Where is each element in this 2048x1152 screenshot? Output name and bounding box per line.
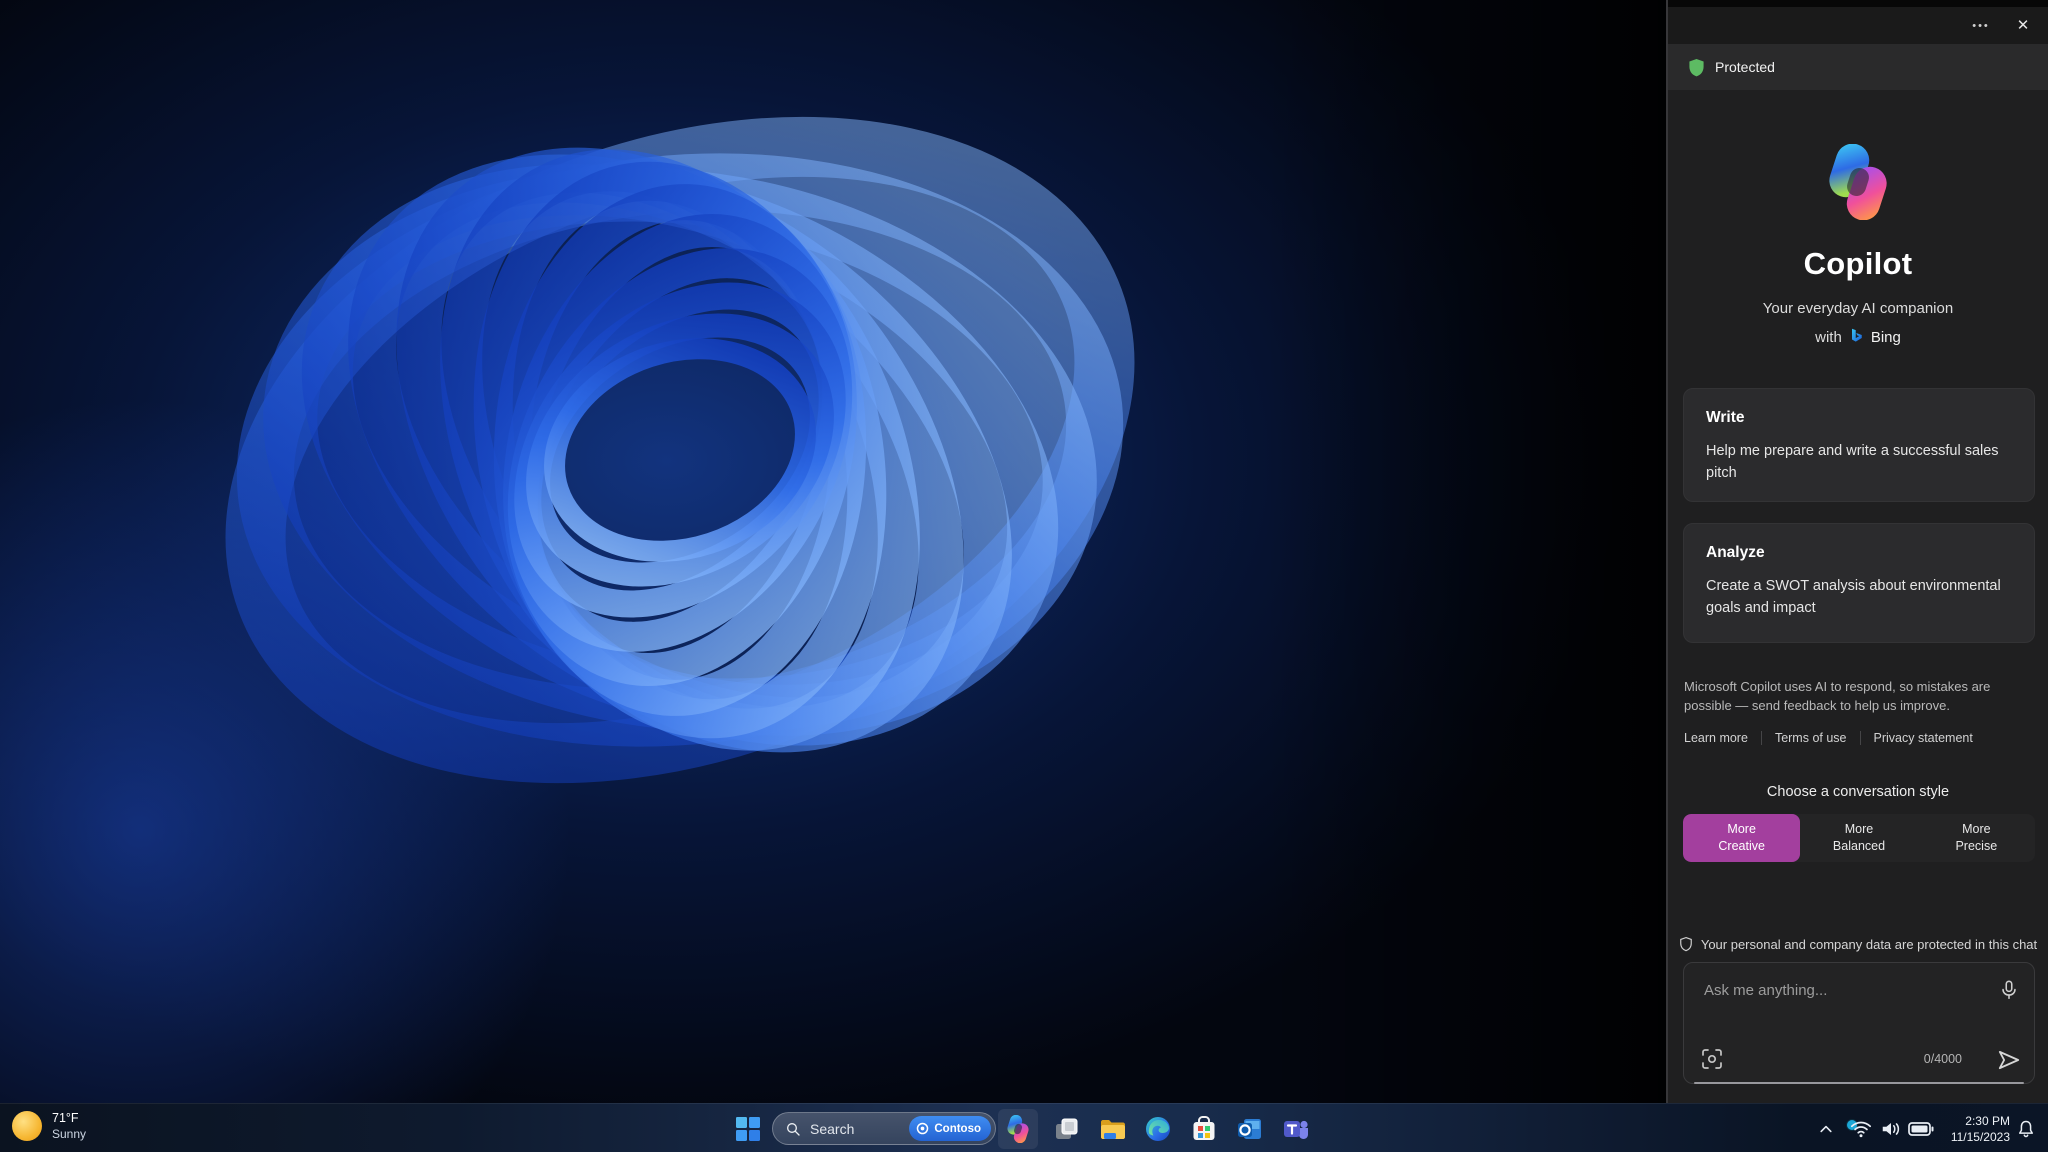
tray-date: 11/15/2023	[1950, 1130, 2010, 1145]
sun-icon	[12, 1111, 42, 1142]
shield-outline-icon	[1680, 936, 1692, 952]
volume-icon[interactable]	[1880, 1119, 1902, 1139]
link-divider	[1859, 731, 1861, 745]
copilot-subtitle: Your everyday AI companion	[1762, 300, 1954, 317]
teams-button[interactable]	[1276, 1109, 1316, 1149]
microsoft-store-button[interactable]	[1184, 1109, 1224, 1149]
wifi-icon[interactable]	[1850, 1119, 1872, 1139]
desktop-wallpaper	[0, 0, 1666, 1152]
card-title: Analyze	[1706, 544, 1765, 561]
window-top-strip	[1668, 0, 2048, 7]
tray-time: 2:30 PM	[1965, 1114, 2010, 1128]
bing-icon	[1851, 328, 1862, 342]
card-description: Create a SWOT analysis about environment…	[1706, 578, 2001, 616]
contoso-label: Contoso	[934, 1122, 981, 1135]
search-placeholder: Search	[810, 1120, 855, 1137]
char-counter: 0/4000	[1923, 1052, 1962, 1066]
weather-condition: Sunny	[52, 1126, 87, 1141]
with-bing-row: with Bing	[1668, 328, 2048, 346]
input-focus-underline	[1694, 1082, 2024, 1084]
visual-search-icon[interactable]	[1700, 1047, 1724, 1071]
learn-more-link[interactable]: Learn more	[1684, 731, 1748, 745]
task-view-icon	[1056, 1118, 1078, 1139]
ai-disclaimer-text: Microsoft Copilot uses AI to respond, so…	[1684, 679, 1991, 713]
chat-input-placeholder: Ask me anything...	[1704, 982, 1828, 999]
terms-of-use-link[interactable]: Terms of use	[1775, 731, 1847, 745]
desktop: ••• ✕ Protected Copilot Your everyday AI…	[0, 0, 2048, 1152]
copilot-title: Copilot	[1803, 246, 1913, 281]
style-option-line1: More	[1844, 822, 1874, 837]
data-protection-note: Your personal and company data are prote…	[1668, 936, 2048, 952]
with-label: with	[1815, 328, 1842, 346]
data-protection-text: Your personal and company data are prote…	[1700, 936, 2038, 952]
card-description: Help me prepare and write a successful s…	[1706, 443, 1999, 481]
copilot-titlebar: ••• ✕	[1668, 7, 2048, 44]
copilot-panel: ••• ✕ Protected Copilot Your everyday AI…	[1666, 0, 2048, 1103]
style-option-line1: More	[1962, 822, 1991, 837]
privacy-statement-link[interactable]: Privacy statement	[1874, 731, 1973, 745]
microphone-icon[interactable]	[1998, 979, 2020, 1001]
battery-icon[interactable]	[1908, 1121, 1934, 1137]
footer-links: Learn more Terms of use Privacy statemen…	[1684, 731, 1973, 745]
edge-browser-button[interactable]	[1138, 1109, 1178, 1149]
file-explorer-button[interactable]	[1092, 1109, 1132, 1149]
copilot-taskbar-icon	[1007, 1115, 1029, 1143]
outlook-button[interactable]	[1230, 1109, 1270, 1149]
taskbar-search[interactable]: Search Contoso	[772, 1112, 996, 1145]
taskbar-copilot-button[interactable]	[998, 1109, 1038, 1149]
notification-bell-icon[interactable]	[2016, 1119, 2036, 1139]
more-options-icon[interactable]: •••	[1966, 15, 1996, 37]
conversation-style-heading: Choose a conversation style	[1766, 784, 1950, 800]
send-icon[interactable]	[1996, 1047, 2022, 1073]
suggestion-card-analyze[interactable]: Analyze Create a SWOT analysis about env…	[1683, 523, 2035, 643]
contoso-badge[interactable]: Contoso	[909, 1116, 991, 1141]
weather-temperature: 71°F	[52, 1111, 79, 1125]
edge-icon	[1146, 1117, 1170, 1141]
style-option-line2: Balanced	[1832, 839, 1886, 853]
outlook-icon	[1238, 1119, 1261, 1139]
search-icon	[787, 1122, 800, 1136]
style-option-line2: Creative	[1718, 839, 1765, 853]
hidden-icons-chevron-icon[interactable]	[1818, 1121, 1834, 1137]
protected-label: Protected	[1715, 59, 1775, 75]
microsoft-store-icon	[1193, 1116, 1215, 1140]
link-divider	[1760, 731, 1762, 745]
suggestion-card-write[interactable]: Write Help me prepare and write a succes…	[1683, 388, 2035, 502]
weather-widget[interactable]: 71°F Sunny	[12, 1111, 86, 1142]
card-title: Write	[1706, 409, 1745, 426]
start-button[interactable]	[728, 1109, 768, 1149]
chat-input-box[interactable]: Ask me anything... 0/4000	[1683, 962, 2035, 1084]
close-icon[interactable]: ✕	[2008, 13, 2038, 38]
style-option-more-balanced[interactable]: More Balanced	[1800, 814, 1917, 862]
windows-logo-icon	[736, 1117, 760, 1141]
copilot-logo	[1829, 144, 1887, 220]
protected-status-bar[interactable]: Protected	[1668, 44, 2048, 90]
teams-icon	[1284, 1120, 1308, 1139]
shield-icon	[1689, 58, 1704, 76]
file-explorer-icon	[1101, 1120, 1125, 1139]
task-view-button[interactable]	[1046, 1109, 1086, 1149]
conversation-style-group: More Creative More Balanced More Precise	[1683, 814, 2035, 862]
bing-label: Bing	[1870, 328, 1901, 346]
contoso-logo-icon	[917, 1122, 929, 1135]
style-option-line1: More	[1727, 822, 1756, 837]
taskbar: 71°F Sunny Search Contoso 2:30 PM 11/15/…	[0, 1103, 2048, 1152]
style-option-line2: Precise	[1955, 839, 1998, 853]
style-option-more-precise[interactable]: More Precise	[1918, 814, 2035, 862]
clock-widget[interactable]: 2:30 PM 11/15/2023	[1944, 1113, 2010, 1145]
style-option-more-creative[interactable]: More Creative	[1683, 814, 1801, 862]
